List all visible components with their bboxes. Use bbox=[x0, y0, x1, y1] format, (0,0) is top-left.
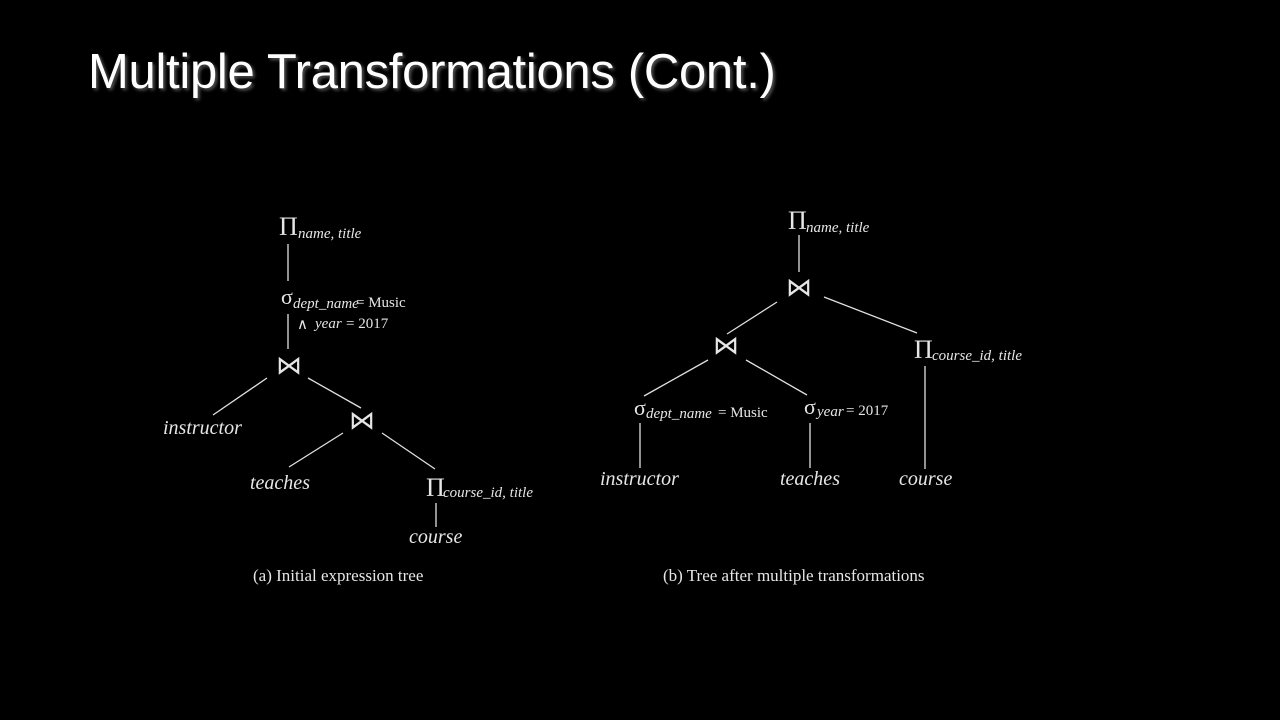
select-attr: dept_name bbox=[646, 406, 712, 422]
project-symbol: Π bbox=[788, 206, 807, 235]
select-condition: = 2017 bbox=[846, 403, 889, 419]
select-attr: dept_name bbox=[293, 296, 359, 312]
edge bbox=[212, 377, 268, 416]
relation-course: course bbox=[899, 468, 953, 490]
relation-teaches: teaches bbox=[780, 468, 840, 490]
edge bbox=[643, 359, 709, 397]
select-symbol: σ bbox=[804, 394, 816, 419]
project-attrs: course_id, title bbox=[443, 485, 533, 501]
project-attrs: course_id, title bbox=[932, 348, 1022, 364]
tree-edges bbox=[212, 235, 926, 527]
and-symbol: ∧ bbox=[297, 317, 308, 333]
select-symbol: σ bbox=[634, 395, 646, 420]
select-attr: year bbox=[315, 316, 342, 332]
caption-a: (a) Initial expression tree bbox=[253, 566, 424, 585]
join-icon: ⋈ bbox=[349, 406, 375, 435]
project-symbol: Π bbox=[279, 212, 298, 241]
select-attr: year bbox=[817, 404, 844, 420]
edge bbox=[726, 301, 778, 335]
edge bbox=[745, 359, 808, 396]
project-attrs: name, title bbox=[298, 226, 362, 242]
relation-teaches: teaches bbox=[250, 472, 310, 494]
relation-instructor: instructor bbox=[163, 417, 242, 439]
edge bbox=[381, 432, 436, 470]
project-symbol: Π bbox=[914, 335, 933, 364]
join-icon: ⋈ bbox=[786, 273, 812, 302]
join-icon: ⋈ bbox=[713, 331, 739, 360]
project-symbol: Π bbox=[426, 473, 445, 502]
select-condition: = Music bbox=[356, 295, 406, 311]
relation-instructor: instructor bbox=[600, 468, 679, 490]
select-condition: = Music bbox=[718, 405, 768, 421]
select-condition: = 2017 bbox=[346, 316, 389, 332]
select-symbol: σ bbox=[281, 284, 293, 309]
relation-course: course bbox=[409, 526, 463, 548]
project-attrs: name, title bbox=[806, 220, 870, 236]
slide: Multiple Transformations (Cont.) Π name,… bbox=[0, 0, 1280, 720]
edge bbox=[823, 296, 918, 334]
join-icon: ⋈ bbox=[276, 351, 302, 380]
caption-b: (b) Tree after multiple transformations bbox=[663, 566, 925, 585]
edge bbox=[307, 377, 362, 409]
edge bbox=[288, 432, 344, 468]
